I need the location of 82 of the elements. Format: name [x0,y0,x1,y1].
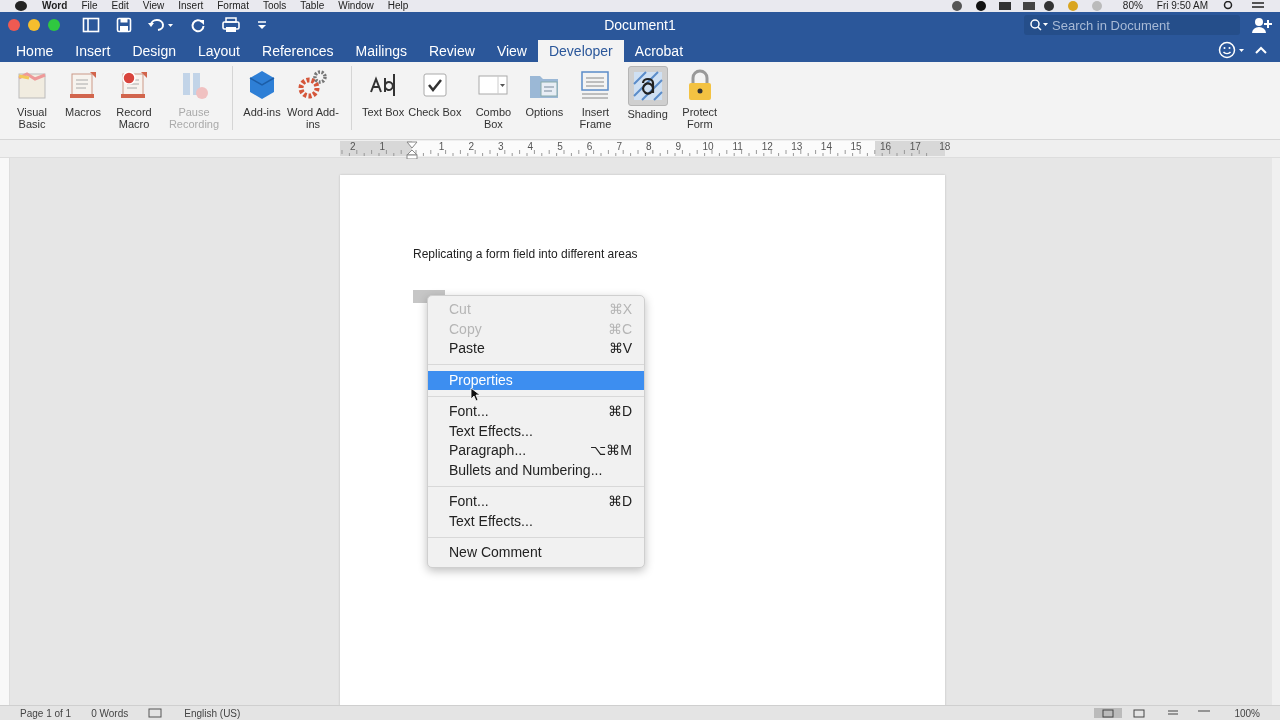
ribbon-button[interactable]: Combo Box [463,66,524,130]
ruler-number: 5 [557,141,563,152]
ruler-number: 14 [820,141,832,152]
ribbon-button[interactable]: Visual Basic [2,66,62,130]
ribbon-tab[interactable]: View [485,40,538,62]
menu-item[interactable]: Tools [262,0,287,12]
battery-percent: 80% [1122,0,1143,12]
ribbon-tab[interactable]: Home [5,40,65,62]
ribbon-tab[interactable]: Mailings [344,40,418,62]
ribbon-tab[interactable]: Design [121,40,187,62]
menu-item[interactable]: Paste ⌘V [428,339,644,359]
ruler-number: 9 [675,141,682,152]
add-person-icon[interactable] [1252,17,1272,33]
language[interactable]: English (US) [184,707,241,719]
ruler-number: 2 [350,141,356,152]
sidebar-icon[interactable] [82,17,100,33]
ruler-number: 17 [909,141,921,152]
clock: Fri 9:50 AM [1156,0,1208,12]
undo-icon[interactable] [148,17,174,33]
zoom-button[interactable] [48,19,60,31]
mouse-pointer-icon [470,387,480,402]
ribbon-button[interactable]: Options [523,66,566,118]
ruler-number: 13 [791,141,803,152]
ruler-number: 3 [498,141,504,152]
ruler-number: 4 [527,141,534,152]
ruler-number: 18 [939,141,951,152]
ribbon-button[interactable]: Macros [62,66,104,118]
ruler-number: 1 [438,141,445,152]
proofing-icon[interactable] [148,708,165,718]
menu-item[interactable]: Bullets and Numbering... [428,460,644,480]
menu-item[interactable]: Edit [111,0,129,12]
ruler-number: 7 [616,141,622,152]
ribbon-button[interactable]: Insert Frame [565,66,626,130]
menu-item[interactable]: Font... ⌘D [428,492,644,512]
ribbon-button[interactable]: Record Macro [104,66,164,130]
minimize-button[interactable] [28,19,40,31]
ribbon-button[interactable]: Check Box [406,66,464,118]
collapse-icon[interactable] [1254,45,1268,55]
ribbon-button[interactable]: Text Box [360,66,407,118]
menu-item[interactable]: New Comment [428,543,644,563]
menu-item[interactable]: Text Effects... [428,511,644,531]
menu-item[interactable]: Paragraph... ⌥⌘M [428,441,644,461]
ruler-number: 6 [586,141,593,152]
menu-item[interactable]: Window [338,0,374,12]
zoom-level: 100% [1234,707,1260,719]
menu-item[interactable]: Table [300,0,325,12]
window-title: Document1 [604,17,676,33]
list-icon[interactable] [1250,1,1266,11]
menu-item[interactable]: Text Effects... [428,421,644,441]
ruler-number: 11 [732,141,743,152]
ruler-number: 8 [646,141,652,152]
ruler-number: 16 [880,141,892,152]
ruler-number: 10 [702,141,714,152]
menu-item[interactable]: Format [217,0,249,12]
ribbon-tab[interactable]: References [251,40,345,62]
menu-item[interactable]: View [142,0,165,12]
menu-item[interactable]: Word [42,0,68,12]
ruler-number: 2 [468,141,474,152]
ruler-number: 12 [761,141,773,152]
search-field[interactable]: Search in Document [1024,15,1240,35]
ribbon-button[interactable]: Protect Form [669,66,730,130]
indent-marker[interactable] [406,141,418,159]
page-count: Page 1 of 1 [20,707,72,719]
ribbon-tab[interactable]: Layout [186,40,251,62]
ruler-number: 1 [379,141,386,152]
ribbon-button[interactable]: Add-ins [241,66,283,118]
ruler-number: 15 [850,141,862,152]
redo-icon[interactable] [190,17,206,33]
smiley-icon[interactable] [1218,41,1246,59]
ribbon-button[interactable]: Word Add-ins [283,66,343,130]
ribbon-tab[interactable]: Review [417,40,486,62]
save-icon[interactable] [116,17,132,33]
ribbon-tab[interactable]: Acrobat [623,40,695,62]
menu-item[interactable]: Insert [178,0,204,12]
ribbon-tab[interactable]: Developer [537,40,624,62]
menu-item[interactable]: Font... ⌘D [428,402,644,422]
document-text: Replicating a form field into different areas [413,247,639,261]
menu-item[interactable]: File [81,0,98,12]
menu-item[interactable]: Help [387,0,409,12]
word-count: 0 Words [91,707,129,719]
ribbon-tab[interactable]: Insert [64,40,122,62]
print-icon[interactable] [222,17,240,33]
